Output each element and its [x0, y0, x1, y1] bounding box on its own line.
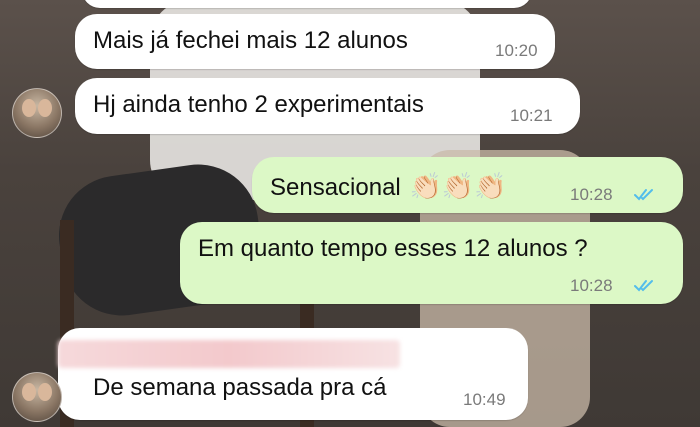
message-text: Hj ainda tenho 2 experimentais [93, 91, 424, 118]
avatar-face [38, 383, 52, 401]
message-text: De semana passada pra cá [93, 374, 387, 401]
message-bubble-outgoing[interactable]: Em quanto tempo esses 12 alunos ? 10:28 [180, 222, 683, 304]
message-text: Em quanto tempo esses 12 alunos ? [198, 235, 588, 262]
message-bubble-incoming[interactable]: Hj ainda tenho 2 experimentais 10:21 [75, 78, 580, 134]
avatar-face [22, 99, 36, 117]
contact-avatar[interactable] [12, 372, 62, 422]
clapping-hands-emoji: 👏🏻👏🏻👏🏻 [409, 171, 507, 201]
double-check-icon [634, 189, 653, 201]
double-check-icon [634, 280, 653, 292]
message-text: Sensacional 👏🏻👏🏻👏🏻 [270, 171, 507, 202]
contact-avatar[interactable] [12, 88, 62, 138]
redacted-content [58, 340, 400, 368]
avatar-face [22, 383, 36, 401]
message-time: 10:21 [510, 106, 553, 125]
message-time: 10:28 [570, 276, 613, 295]
message-time: 10:20 [495, 41, 538, 60]
message-text-label: Sensacional [270, 174, 401, 201]
message-bubble-incoming[interactable]: Mais já fechei mais 12 alunos 10:20 [75, 14, 555, 69]
message-text: Mais já fechei mais 12 alunos [93, 27, 408, 54]
message-bubble-outgoing[interactable]: Sensacional 👏🏻👏🏻👏🏻 10:28 [252, 157, 683, 213]
message-time: 10:49 [463, 390, 506, 409]
avatar-face [38, 99, 52, 117]
message-bubble-partial[interactable] [82, 0, 532, 8]
message-time: 10:28 [570, 185, 613, 204]
